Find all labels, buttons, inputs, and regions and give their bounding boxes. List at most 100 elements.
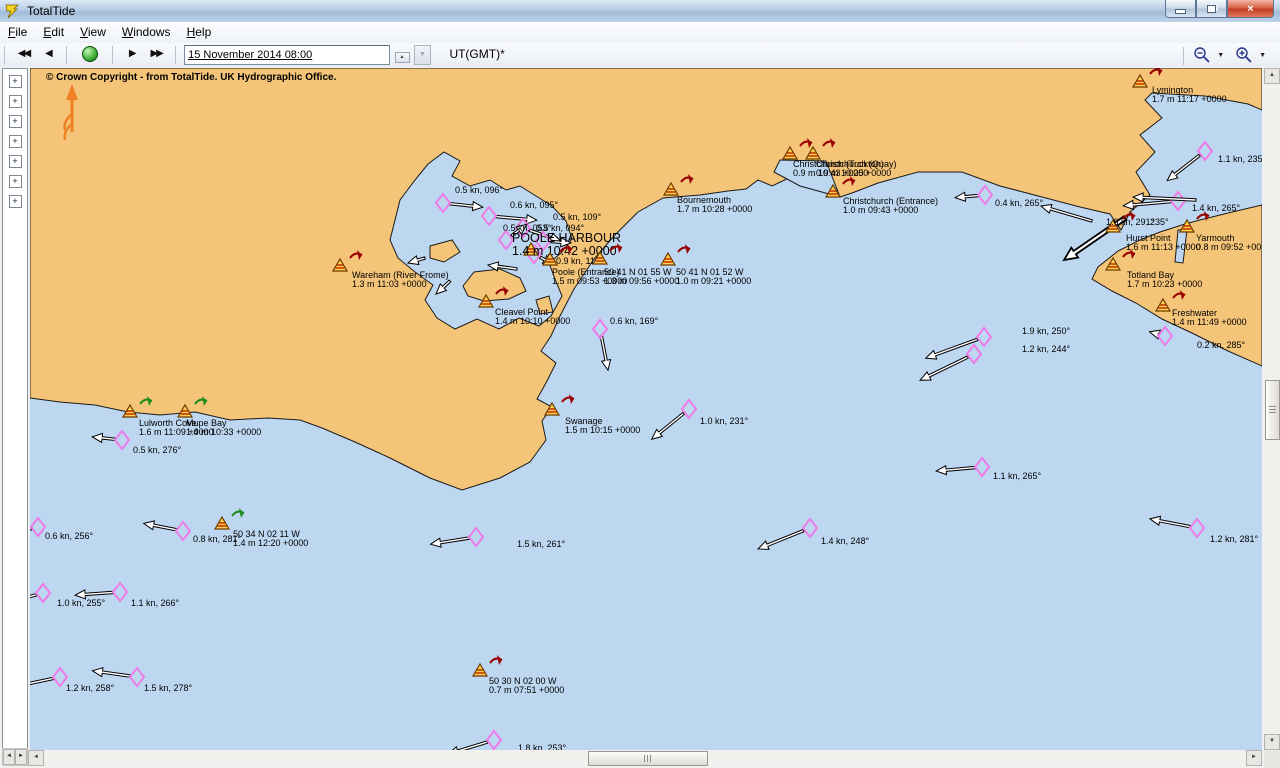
menu-item-edit[interactable]: Edit	[35, 22, 72, 39]
resize-corner[interactable]	[1264, 750, 1280, 768]
scroll-down-icon[interactable]: ▼	[1264, 734, 1280, 750]
close-icon: ×	[1247, 2, 1254, 15]
map-label: 1.5 kn, 261°	[517, 539, 566, 549]
map-label: POOLE HARBOUR	[512, 231, 621, 245]
toolbar-separator	[112, 46, 114, 64]
menu-item-view[interactable]: View	[72, 22, 114, 39]
scroll-left-icon[interactable]: ◄	[28, 750, 44, 766]
toolbar-separator	[66, 46, 68, 64]
menu-item-windows[interactable]: Windows	[114, 22, 179, 39]
map-label: 0.5 kn, 276°	[133, 445, 182, 455]
map-label: 1.4 m 10:33 +0000	[186, 427, 261, 437]
horizontal-scroll-thumb[interactable]	[588, 751, 708, 766]
map-label: 1.5 kn, 278°	[144, 683, 193, 693]
scroll-right-icon[interactable]: ►	[1246, 750, 1262, 766]
tree-panel[interactable]: + + + + + + +	[2, 68, 28, 750]
map-label: 1.4 m 12:20 +0000	[233, 538, 308, 548]
map-label: 1.3 m 11:03 +0000	[352, 279, 427, 289]
restore-icon	[1207, 4, 1216, 13]
tree-expander[interactable]: +	[8, 175, 22, 188]
zoom-out-dropdown[interactable]: ▼	[1217, 52, 1224, 59]
map-label: 1.7 m 11:17 +0000	[1152, 94, 1227, 104]
scroll-left-icon[interactable]: ◄	[3, 749, 15, 765]
map-label: 1.1 kn, 265°	[993, 471, 1042, 481]
zoom-out-button[interactable]	[1193, 46, 1211, 64]
map-label: 1.9 kn, 250°	[1022, 326, 1071, 336]
map-label: 0.7 m 07:51 +0000	[489, 685, 564, 695]
step-forward-button[interactable]: ▶	[122, 44, 142, 68]
app-icon	[5, 4, 19, 19]
map-label: 0.5 kn, 109°	[553, 212, 602, 222]
toolbar-separator	[4, 46, 5, 64]
scroll-up-icon[interactable]: ▲	[1264, 68, 1280, 84]
map-label: 0.6 kn, 169°	[610, 316, 659, 326]
map-label: 1.2 kn, 258°	[66, 683, 115, 693]
map-label: 1.6 kn, 291°	[1106, 217, 1155, 227]
menu-bar: File Edit View Windows Help	[0, 22, 1280, 44]
datetime-input[interactable]	[184, 45, 391, 65]
minimize-icon	[1175, 8, 1186, 14]
map-label: 0.4 kn, 265°	[995, 198, 1044, 208]
map-label: 1.1 kn, 266°	[131, 598, 180, 608]
map-canvas[interactable]: © Crown Copyright - from TotalTide. UK H…	[30, 68, 1262, 750]
map-label: 0.5 kn, 096°	[455, 185, 504, 195]
map-label: 1.3 m 09:56 +0000	[604, 276, 679, 286]
map-label: 1.7 m 10:23 +0000	[1127, 279, 1202, 289]
vertical-scroll-thumb[interactable]	[1265, 380, 1280, 440]
map-label: 1.1 kn, 235°	[1218, 154, 1262, 164]
copyright-notice: © Crown Copyright - from TotalTide. UK H…	[46, 72, 337, 83]
map-label: 0.6 kn, 256°	[45, 531, 94, 541]
app-window: TotalTide × File Edit View Windows Help ◀◀ ◀…	[0, 0, 1280, 768]
tree-expander[interactable]: +	[8, 75, 22, 88]
tree-expander[interactable]: +	[8, 155, 22, 168]
menu-item-help[interactable]: Help	[179, 22, 220, 39]
map-label: 1.2 kn, 281°	[1210, 534, 1259, 544]
go-to-now-button[interactable]	[81, 46, 98, 62]
thumb-grip	[1269, 406, 1276, 414]
zoom-in-button[interactable]	[1235, 46, 1253, 64]
map-label: 0.6 kn, 095°	[510, 200, 559, 210]
map-label: 1.2 kn, 244°	[1022, 344, 1071, 354]
map-label: 1.8 kn, 253°	[518, 743, 567, 750]
tree-panel-scrollbar[interactable]: ◄ ►	[2, 748, 28, 766]
zoom-in-icon	[1235, 47, 1252, 63]
scroll-right-icon[interactable]: ►	[15, 749, 27, 765]
toolbar-separator	[174, 46, 176, 64]
step-last-button[interactable]: ▶▶	[146, 44, 166, 68]
map-label: 1.6 m 11:13 +0000	[1126, 242, 1201, 252]
zoom-in-dropdown[interactable]: ▼	[1259, 52, 1266, 59]
map-label: 1.0 kn, 255°	[57, 598, 106, 608]
zoom-out-icon	[1194, 47, 1210, 63]
tree-expander[interactable]: +	[8, 95, 22, 108]
map-label: 1.0 m 09:21 +0000	[676, 276, 751, 286]
step-first-button[interactable]: ◀◀	[13, 44, 33, 68]
tree-expander[interactable]: +	[8, 135, 22, 148]
window-title: TotalTide	[27, 4, 76, 18]
map-label: 1.0 m 09:43 +0000	[843, 205, 918, 215]
horizontal-scrollbar[interactable]: ◄ ►	[28, 750, 1262, 766]
vertical-scrollbar[interactable]: ▲ ▼	[1264, 68, 1280, 750]
tree-expander[interactable]: +	[8, 115, 22, 128]
tree-expander[interactable]: +	[8, 195, 22, 208]
map-label: 0.8 m 09:52 +0000	[1196, 242, 1262, 252]
thumb-grip	[644, 755, 652, 762]
spinner-up-icon[interactable]: ▲	[394, 52, 410, 63]
toolbar: ◀◀ ◀ ▶ ▶▶ ▲▼ ▼ UT(GMT)* ▼	[0, 43, 1280, 81]
timezone-label: UT(GMT)*	[449, 47, 505, 61]
restore-button[interactable]	[1196, 0, 1227, 18]
close-button[interactable]: ×	[1227, 0, 1274, 18]
map-label: 1.5 m 10:15 +0000	[565, 425, 640, 435]
title-bar[interactable]: TotalTide ×	[0, 0, 1280, 23]
menu-item-file[interactable]: File	[0, 22, 35, 39]
map-label: 1.0 kn, 231°	[700, 416, 749, 426]
minimize-button[interactable]	[1165, 0, 1196, 18]
map-label: 1.7 m 10:28 +0000	[677, 204, 752, 214]
datetime-dropdown-button[interactable]: ▼	[413, 45, 431, 65]
map-label: 1.4 m 11:49 +0000	[1172, 317, 1247, 327]
map-label: 0.9 m 10:25 +0000	[816, 168, 891, 178]
map-label: 1.4 kn, 265°	[1192, 203, 1241, 213]
map-label: 235°	[1150, 217, 1169, 227]
toolbar-separator	[1183, 47, 1185, 65]
step-back-button[interactable]: ◀	[38, 44, 58, 68]
map-label: 0.2 kn, 285°	[1197, 340, 1246, 350]
